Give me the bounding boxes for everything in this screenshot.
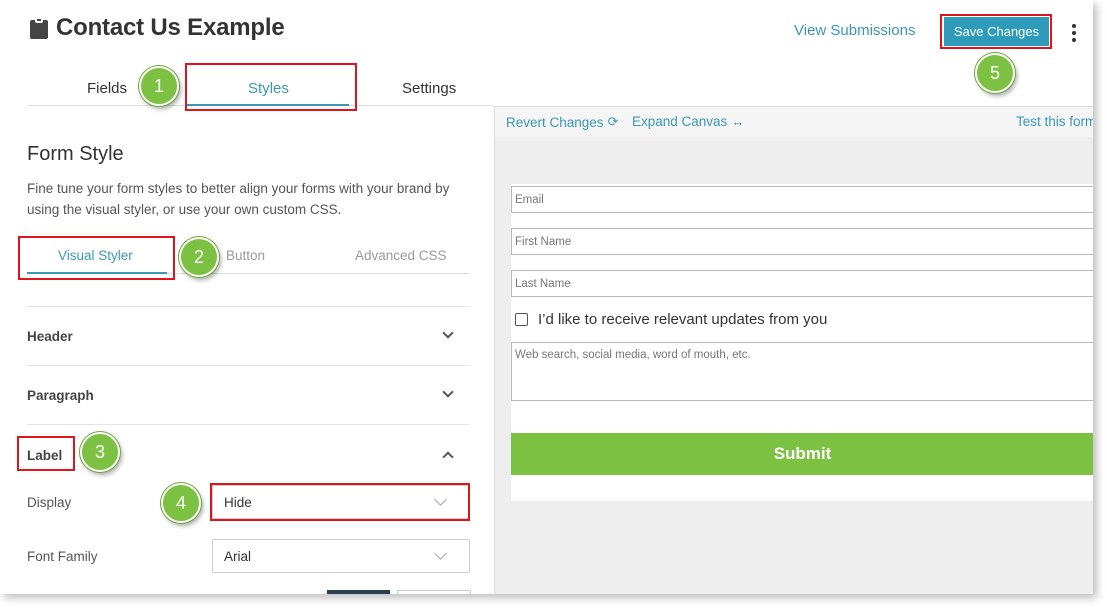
accordion-header-section[interactable]: Header xyxy=(27,306,470,365)
tab-settings[interactable]: Settings xyxy=(402,80,456,97)
refresh-icon: ⟳ xyxy=(607,114,619,129)
chevron-up-icon xyxy=(442,451,454,463)
last-name-field[interactable]: Last Name xyxy=(511,270,1093,297)
accordion-label: Paragraph xyxy=(27,388,94,403)
first-name-placeholder: First Name xyxy=(515,236,572,248)
page-title: Contact Us Example xyxy=(56,14,285,41)
font-family-label: Font Family xyxy=(27,549,98,564)
highlight-box-save xyxy=(940,14,1052,49)
font-family-select[interactable]: Arial xyxy=(212,539,470,573)
updates-checkbox-label: I’d like to receive relevant updates fro… xyxy=(538,311,828,328)
step-badge-1: 1 xyxy=(139,66,179,106)
updates-checkbox[interactable] xyxy=(515,313,528,326)
email-placeholder: Email xyxy=(515,194,544,206)
display-label: Display xyxy=(27,495,72,510)
highlight-box-visual-styler xyxy=(18,236,175,280)
email-field[interactable]: Email xyxy=(511,186,1093,213)
accordion-label: Header xyxy=(27,329,73,344)
form-canvas: Revert Changes ⟳ Expand Canvas ↔ Test th… xyxy=(494,107,1093,594)
form-preview: Email First Name Last Name I’d like to r… xyxy=(511,184,1093,501)
form-style-heading: Form Style xyxy=(27,143,124,165)
textarea-placeholder: Web search, social media, word of mouth,… xyxy=(515,349,751,361)
step-badge-2: 2 xyxy=(179,237,219,277)
accordion-paragraph-section[interactable]: Paragraph xyxy=(27,365,470,424)
chevron-down-icon xyxy=(442,327,454,339)
expand-canvas-link[interactable]: Expand Canvas ↔ xyxy=(632,114,744,129)
canvas-toolbar: Revert Changes ⟳ Expand Canvas ↔ Test th… xyxy=(495,107,1093,137)
referral-textarea[interactable]: Web search, social media, word of mouth,… xyxy=(511,342,1093,401)
tab-fields[interactable]: Fields xyxy=(87,80,127,97)
test-form-link[interactable]: Test this form xyxy=(1016,114,1093,129)
title-row: Contact Us Example xyxy=(30,14,285,42)
font-family-select-value: Arial xyxy=(224,549,252,564)
last-name-placeholder: Last Name xyxy=(515,278,571,290)
clipboard-icon xyxy=(30,17,48,39)
kebab-menu-icon[interactable] xyxy=(1072,24,1077,42)
horizontal-arrows-icon: ↔ xyxy=(731,114,745,129)
revert-changes-link[interactable]: Revert Changes ⟳ xyxy=(506,114,618,130)
highlight-box-display xyxy=(210,483,470,521)
expand-label: Expand Canvas xyxy=(632,114,728,129)
highlight-box-label xyxy=(17,436,75,471)
app-window: Contact Us Example View Submissions Save… xyxy=(0,0,1093,594)
step-badge-4: 4 xyxy=(161,483,201,523)
updates-checkbox-row: I’d like to receive relevant updates fro… xyxy=(515,311,827,328)
form-style-description: Fine tune your form styles to better ali… xyxy=(27,181,450,217)
step-badge-3: 3 xyxy=(80,432,120,472)
view-submissions-link[interactable]: View Submissions xyxy=(794,22,915,39)
chevron-down-icon xyxy=(434,547,447,560)
subtab-button[interactable]: Button xyxy=(226,248,265,263)
chevron-down-icon xyxy=(442,386,454,398)
revert-label: Revert Changes xyxy=(506,114,604,130)
partial-button[interactable] xyxy=(397,590,471,594)
step-badge-5: 5 xyxy=(975,53,1015,93)
submit-button[interactable]: Submit xyxy=(511,433,1093,475)
highlight-box-styles xyxy=(185,63,357,111)
subtab-advanced-css[interactable]: Advanced CSS xyxy=(355,248,447,263)
partial-button[interactable] xyxy=(327,590,390,594)
first-name-field[interactable]: First Name xyxy=(511,228,1093,255)
